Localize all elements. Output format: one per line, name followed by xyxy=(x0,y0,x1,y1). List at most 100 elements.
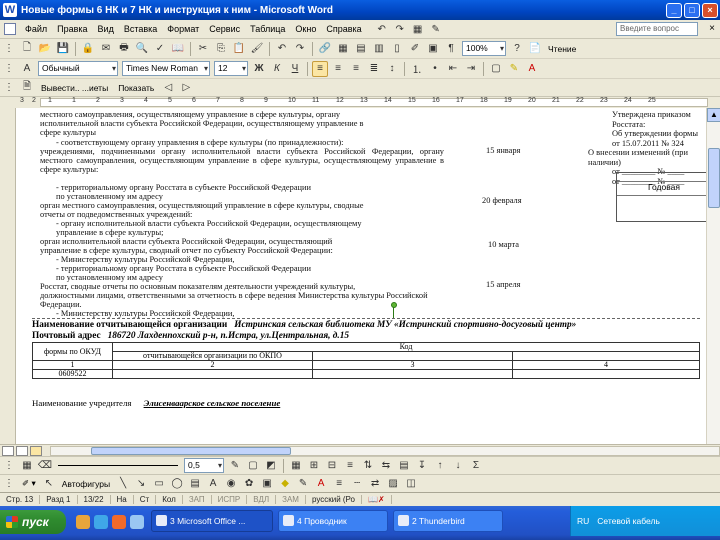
document-icon[interactable] xyxy=(4,23,16,35)
tables-borders-icon[interactable]: ▦ xyxy=(335,41,351,57)
research-icon[interactable]: 📖 xyxy=(170,41,186,57)
hscroll-thumb[interactable] xyxy=(91,446,291,455)
menu-insert[interactable]: Вставка xyxy=(119,24,162,34)
align-center-icon[interactable]: ≡ xyxy=(330,61,346,77)
previous-change-icon[interactable]: ◁ xyxy=(160,80,176,96)
vertical-scrollbar[interactable]: ▲ xyxy=(706,108,720,444)
spelling-icon[interactable]: ✓ xyxy=(152,41,168,57)
browser-icon[interactable] xyxy=(76,515,90,529)
line-style-sample[interactable] xyxy=(58,465,178,466)
underline-icon[interactable]: Ч xyxy=(287,61,303,77)
wordart-icon[interactable]: A xyxy=(205,476,221,492)
media-icon[interactable] xyxy=(112,515,126,529)
font-size-select[interactable]: 12 xyxy=(214,61,248,76)
minimize-button[interactable]: _ xyxy=(666,2,682,18)
menu-edit[interactable]: Правка xyxy=(52,24,92,34)
read-icon[interactable]: 📄 xyxy=(527,41,543,57)
numbering-icon[interactable]: ⒈ xyxy=(409,61,425,77)
arrow-tool-icon[interactable]: ↘ xyxy=(133,476,149,492)
autosum-icon[interactable]: Σ xyxy=(468,458,484,474)
align-right-icon[interactable]: ≡ xyxy=(348,61,364,77)
draw-menu[interactable]: ✐ ▾ xyxy=(18,478,40,489)
bold-icon[interactable]: Ж xyxy=(251,61,267,77)
text-direction-icon[interactable]: ↧ xyxy=(414,458,430,474)
taskbar-task-word[interactable]: 3 Microsoft Office ... xyxy=(151,510,273,532)
styles-pane-icon[interactable]: A xyxy=(19,61,35,77)
print-layout-icon[interactable] xyxy=(30,445,42,456)
style-select[interactable]: Обычный xyxy=(38,61,118,76)
autoformat-icon[interactable]: ▤ xyxy=(396,458,412,474)
horizontal-scrollbar[interactable] xyxy=(0,444,720,456)
merge-cells-icon[interactable]: ⊞ xyxy=(306,458,322,474)
horizontal-ruler[interactable]: 3 2 1 1 2 3 4 5 6 7 8 9 10 11 12 13 14 1… xyxy=(0,97,720,108)
line-style-icon[interactable]: ≡ xyxy=(331,476,347,492)
borders-icon[interactable]: ▢ xyxy=(488,61,504,77)
menu-tools[interactable]: Сервис xyxy=(204,24,245,34)
close-document-icon[interactable]: × xyxy=(709,23,715,34)
autoshapes-menu[interactable]: Автофигуры xyxy=(58,479,114,489)
scroll-up-icon[interactable]: ▲ xyxy=(707,108,720,122)
permission-icon[interactable]: 🔒 xyxy=(80,41,96,57)
save-icon[interactable]: 💾 xyxy=(55,41,71,57)
table-icon[interactable]: ▦ xyxy=(19,458,35,474)
columns-icon[interactable]: ▯ xyxy=(389,41,405,57)
rectangle-tool-icon[interactable]: ▭ xyxy=(151,476,167,492)
insert-excel-icon[interactable]: ▥ xyxy=(371,41,387,57)
fill-color-icon[interactable]: ◆ xyxy=(277,476,293,492)
next-change-icon[interactable]: ▷ xyxy=(178,80,194,96)
dash-style-icon[interactable]: ┄ xyxy=(349,476,365,492)
oval-tool-icon[interactable]: ◯ xyxy=(169,476,185,492)
status-ext[interactable]: ВДЛ xyxy=(247,495,277,504)
vertical-ruler[interactable] xyxy=(0,108,16,444)
font-color-icon[interactable]: A xyxy=(524,61,540,77)
shading-icon[interactable]: ◩ xyxy=(263,458,279,474)
taskbar-task-explorer[interactable]: 4 Проводник xyxy=(278,510,388,532)
diagram-icon[interactable]: ◉ xyxy=(223,476,239,492)
increase-indent-icon[interactable]: ⇥ xyxy=(463,61,479,77)
web-view-icon[interactable] xyxy=(16,445,28,456)
print-preview-icon[interactable]: 🔍 xyxy=(134,41,150,57)
insert-table-icon[interactable]: ▦ xyxy=(288,458,304,474)
menu-format[interactable]: Формат xyxy=(162,24,204,34)
reading-mode-button[interactable]: Чтение xyxy=(544,44,580,54)
paint-icon[interactable]: ✎ xyxy=(428,21,444,37)
picture-icon[interactable]: ▣ xyxy=(259,476,275,492)
copy-icon[interactable]: ⎘ xyxy=(213,41,229,57)
line-spacing-icon[interactable]: ↕ xyxy=(384,61,400,77)
justify-icon[interactable]: ≣ xyxy=(366,61,382,77)
clipart-icon[interactable]: ✿ xyxy=(241,476,257,492)
status-trk[interactable]: ИСПР xyxy=(212,495,248,504)
menu-window[interactable]: Окно xyxy=(290,24,321,34)
draw-table-icon[interactable]: ▦ xyxy=(410,21,426,37)
menu-help[interactable]: Справка xyxy=(321,24,366,34)
email-icon[interactable]: ✉ xyxy=(98,41,114,57)
network-status[interactable]: Сетевой кабель xyxy=(597,516,660,526)
outside-border-icon[interactable]: ▢ xyxy=(245,458,261,474)
3d-icon[interactable]: ◫ xyxy=(403,476,419,492)
textbox-icon[interactable]: ▤ xyxy=(187,476,203,492)
italic-icon[interactable]: К xyxy=(269,61,285,77)
scroll-thumb[interactable] xyxy=(708,148,720,208)
distribute-columns-icon[interactable]: ⇆ xyxy=(378,458,394,474)
redo-toolbar-icon[interactable]: ↷ xyxy=(292,41,308,57)
hyperlink-icon[interactable]: 🔗 xyxy=(317,41,333,57)
open-folder-icon[interactable]: 📂 xyxy=(37,41,53,57)
desktop-icon[interactable] xyxy=(130,515,144,529)
font-select[interactable]: Times New Roman xyxy=(122,61,210,76)
language-indicator[interactable]: RU xyxy=(577,516,589,526)
line-color-icon[interactable]: ✎ xyxy=(295,476,311,492)
menu-file[interactable]: Файл xyxy=(20,24,52,34)
new-document-icon[interactable]: 🗋 xyxy=(19,41,35,57)
line-tool-icon[interactable]: ╲ xyxy=(115,476,131,492)
paste-icon[interactable]: 📋 xyxy=(231,41,247,57)
highlight-icon[interactable]: ✎ xyxy=(506,61,522,77)
document-page[interactable]: местного самоуправления, осуществляющему… xyxy=(16,108,706,444)
start-button[interactable]: пуск xyxy=(0,510,66,534)
distribute-rows-icon[interactable]: ⇅ xyxy=(360,458,376,474)
undo-toolbar-icon[interactable]: ↶ xyxy=(274,41,290,57)
border-color-icon[interactable]: ✎ xyxy=(227,458,243,474)
cut-icon[interactable]: ✂ xyxy=(195,41,211,57)
show-markup-select[interactable]: Вывести.. ...иеты xyxy=(36,83,113,93)
word-app-icon[interactable]: W xyxy=(3,3,17,17)
align-left-icon[interactable]: ≡ xyxy=(312,60,328,77)
